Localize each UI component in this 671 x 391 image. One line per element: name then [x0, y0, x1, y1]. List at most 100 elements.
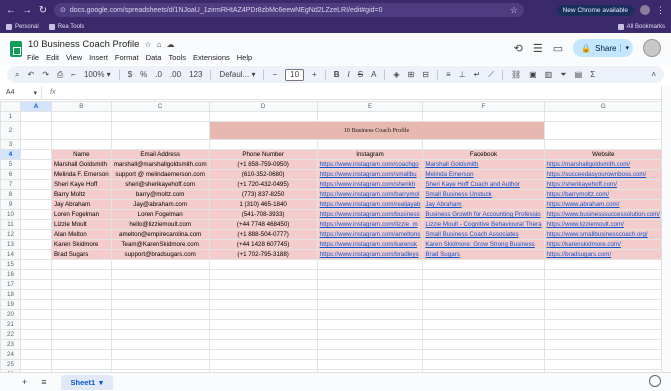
table-cell[interactable]: https://barrymoltz.com/: [543, 189, 664, 200]
table-cell[interactable]: Melinda Emerson: [422, 169, 545, 180]
menu-format[interactable]: Format: [115, 53, 139, 62]
cell[interactable]: [208, 299, 318, 310]
table-cell[interactable]: Brad Sugars: [422, 249, 545, 260]
cell[interactable]: [110, 139, 210, 150]
redo-icon[interactable]: ↷: [42, 70, 49, 79]
cell[interactable]: [51, 359, 112, 370]
table-cell[interactable]: (+1 720-432-0495): [208, 179, 318, 190]
table-cell[interactable]: Lizzie Moult - Cognitive Behavioural The…: [422, 219, 545, 230]
table-cell[interactable]: (+44 7748 468450): [208, 219, 318, 230]
cell[interactable]: [110, 359, 210, 370]
cell[interactable]: [543, 339, 664, 350]
add-sheet-button[interactable]: +: [22, 377, 27, 387]
table-cell[interactable]: sheri@sherikayehoff.com: [110, 179, 210, 190]
table-header-cell[interactable]: Website: [543, 149, 664, 160]
cell[interactable]: [316, 349, 424, 360]
cell[interactable]: [20, 329, 52, 340]
filter-views-icon[interactable]: ▤: [575, 70, 583, 79]
text-wrapping-icon[interactable]: ↵: [474, 70, 481, 79]
row-header-21[interactable]: 21: [0, 319, 21, 330]
cell[interactable]: [51, 259, 112, 270]
cell[interactable]: [208, 289, 318, 300]
row-header-10[interactable]: 10: [0, 209, 21, 220]
column-header-b[interactable]: B: [51, 101, 112, 112]
cell[interactable]: [20, 269, 52, 280]
text-rotation-icon[interactable]: ⟋: [488, 70, 494, 80]
table-cell[interactable]: Barry Moltz: [51, 189, 112, 200]
row-header-12[interactable]: 12: [0, 229, 21, 240]
filter-icon[interactable]: ⏷: [560, 70, 566, 80]
table-cell[interactable]: Melinda F. Emerson: [51, 169, 112, 180]
cell[interactable]: [110, 289, 210, 300]
table-cell[interactable]: https://www.smallbusinesscoach.org/: [543, 229, 664, 240]
cell[interactable]: [110, 349, 210, 360]
table-cell[interactable]: https://www.businesssuccessolution.com/: [543, 209, 664, 220]
table-cell[interactable]: https://www.instagram.com/smallbu: [316, 169, 424, 180]
cell[interactable]: [51, 139, 112, 150]
cell[interactable]: [20, 229, 52, 240]
text-color-button[interactable]: A: [371, 70, 376, 79]
cell[interactable]: [20, 289, 52, 300]
cell[interactable]: [110, 339, 210, 350]
cell[interactable]: [316, 289, 424, 300]
menu-extensions[interactable]: Extensions: [193, 53, 230, 62]
cell[interactable]: [422, 339, 545, 350]
decrease-decimal-button[interactable]: .0: [155, 70, 162, 79]
row-header-5[interactable]: 5: [0, 159, 21, 170]
table-cell[interactable]: https://sherikayehoff.com/: [543, 179, 664, 190]
column-header-c[interactable]: C: [110, 101, 210, 112]
cell[interactable]: [208, 269, 318, 280]
history-icon[interactable]: ⟲: [514, 42, 523, 55]
cell[interactable]: [422, 359, 545, 370]
table-cell[interactable]: https://www.abraham.com/: [543, 199, 664, 210]
meet-icon[interactable]: ▭: [553, 42, 563, 55]
row-header-25[interactable]: 25: [0, 359, 21, 370]
cell[interactable]: [422, 319, 545, 330]
cell[interactable]: [422, 329, 545, 340]
table-cell[interactable]: https://karenskidmore.com/: [543, 239, 664, 250]
cell[interactable]: [110, 111, 210, 122]
cell[interactable]: [20, 259, 52, 270]
table-cell[interactable]: https://www.instagram.com/ameltons: [316, 229, 424, 240]
name-box-dropdown-icon[interactable]: ▾: [33, 89, 37, 97]
cell[interactable]: [422, 269, 545, 280]
row-header-24[interactable]: 24: [0, 349, 21, 360]
cell[interactable]: [316, 269, 424, 280]
cell[interactable]: [543, 259, 664, 270]
cell[interactable]: [20, 279, 52, 290]
cell[interactable]: [543, 359, 664, 370]
cell[interactable]: [208, 359, 318, 370]
row-header-1[interactable]: 1: [0, 111, 21, 122]
percent-format-button[interactable]: %: [140, 70, 147, 79]
currency-format-button[interactable]: $: [128, 70, 132, 79]
strikethrough-button[interactable]: S: [358, 70, 363, 79]
cell[interactable]: [208, 309, 318, 320]
sheet-title-cell[interactable]: 10 Business Coach Profile: [208, 121, 545, 140]
cell[interactable]: [20, 249, 52, 260]
table-cell[interactable]: https://marshallgoldsmith.com/: [543, 159, 664, 170]
cell[interactable]: [20, 209, 52, 220]
table-cell[interactable]: (+1 858-759-0950): [208, 159, 318, 170]
table-cell[interactable]: https://www.instagram.com/coachgo: [316, 159, 424, 170]
cell[interactable]: [20, 359, 52, 370]
cell[interactable]: [208, 319, 318, 330]
cell[interactable]: [51, 309, 112, 320]
cell[interactable]: [110, 319, 210, 330]
table-cell[interactable]: barry@moltz.com: [110, 189, 210, 200]
cell[interactable]: [543, 269, 664, 280]
table-cell[interactable]: Jay@abraham.com: [110, 199, 210, 210]
cell[interactable]: [51, 121, 112, 140]
star-icon[interactable]: ☆: [144, 40, 151, 49]
row-header-17[interactable]: 17: [0, 279, 21, 290]
table-cell[interactable]: Brad Sugars: [51, 249, 112, 260]
document-title[interactable]: 10 Business Coach Profile: [28, 39, 139, 50]
cell[interactable]: [20, 179, 52, 190]
cell[interactable]: [51, 269, 112, 280]
cell[interactable]: [20, 169, 52, 180]
reload-icon[interactable]: ↻: [38, 5, 48, 16]
profile-avatar[interactable]: [640, 5, 650, 15]
hide-menus-icon[interactable]: ˄: [651, 70, 656, 79]
cell[interactable]: [316, 359, 424, 370]
sheets-logo-icon[interactable]: [10, 41, 22, 57]
browser-menu-icon[interactable]: ⋮: [656, 5, 665, 16]
